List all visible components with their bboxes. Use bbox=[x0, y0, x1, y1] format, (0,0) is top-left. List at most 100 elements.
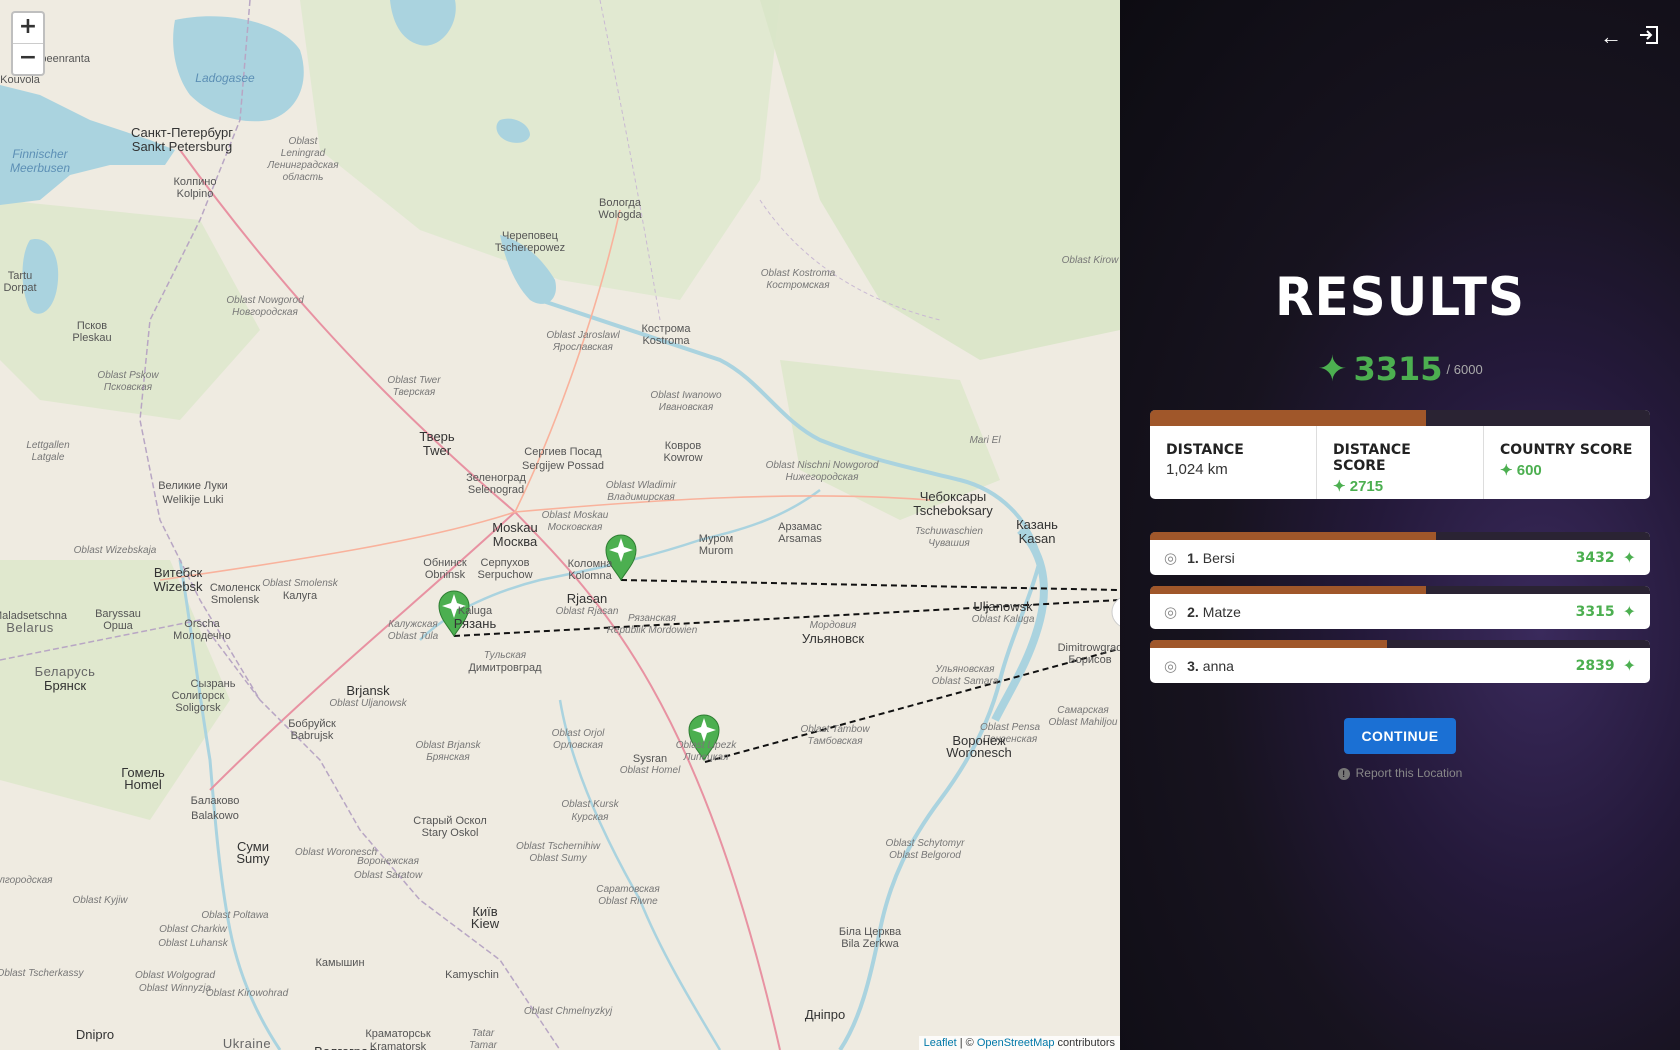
map-label: Rjasan bbox=[566, 591, 608, 606]
map-label: Колпино bbox=[173, 176, 217, 188]
map-label: Воронежская bbox=[357, 856, 419, 867]
country-score-number: 600 bbox=[1516, 462, 1542, 479]
map-label: Солигорск bbox=[171, 690, 225, 702]
map-label: Сергиев Посад bbox=[524, 446, 602, 458]
map-label: Kolpino bbox=[176, 188, 214, 200]
map-label: Homel bbox=[124, 777, 162, 792]
map-label: Краматорськ bbox=[365, 1028, 431, 1040]
map-label: Sankt Petersburg bbox=[131, 139, 233, 154]
map-label: Рязанская bbox=[627, 613, 677, 624]
map-label: Вологда bbox=[599, 197, 641, 209]
leaderboard-row[interactable]: ◎ 1. Bersi 3432 ✦ bbox=[1150, 532, 1650, 575]
player-score-bar-fill bbox=[1150, 640, 1387, 648]
map-label: Oblast Wolgograd bbox=[134, 970, 216, 981]
results-panel: ← RESULTS ✦ 3315/ 6000 DISTANCE 1,024 km … bbox=[1120, 0, 1680, 1050]
map-label: Oblast Mahiljou bbox=[1048, 717, 1118, 728]
map-label: Великие Луки bbox=[158, 480, 228, 492]
map-label: Орловская bbox=[553, 740, 603, 751]
map-label: Тверь bbox=[419, 429, 455, 444]
zoom-control: + − bbox=[11, 11, 45, 76]
player-score: 2839 bbox=[1575, 657, 1615, 674]
report-location-link[interactable]: ! Report this Location bbox=[1120, 766, 1680, 780]
map-label: Baryssau bbox=[95, 608, 141, 620]
map-label: Орша bbox=[103, 620, 133, 632]
map-label: Липецкая bbox=[683, 752, 729, 763]
map-label: Pleskau bbox=[72, 332, 112, 344]
map-label: Welikije Luki bbox=[162, 494, 224, 506]
leaflet-link[interactable]: Leaflet bbox=[924, 1037, 957, 1049]
total-score: ✦ 3315/ 6000 bbox=[1120, 348, 1680, 390]
map-label: Oblast Pensa bbox=[979, 722, 1041, 733]
map-label: Сызрань bbox=[190, 678, 236, 690]
map-label: Московская bbox=[547, 522, 603, 533]
target-icon[interactable]: ◎ bbox=[1164, 603, 1177, 621]
map-label: Oblast Kirowohrad bbox=[205, 988, 289, 999]
osm-link[interactable]: OpenStreetMap bbox=[977, 1037, 1055, 1049]
map-label: Рязань bbox=[453, 616, 497, 631]
map-label: Балаково bbox=[190, 795, 240, 807]
zoom-in-button[interactable]: + bbox=[13, 13, 43, 43]
map-label: Obninsk bbox=[424, 569, 466, 581]
map-label: Борисов bbox=[1068, 654, 1112, 666]
map-label: Oblast Winnyzja bbox=[138, 983, 212, 994]
map-label: Oblast Belgorod bbox=[889, 850, 961, 861]
map-label: Oblast Kirow bbox=[1061, 255, 1119, 266]
country-score-stat: COUNTRY SCORE ✦ 600 bbox=[1484, 426, 1650, 499]
map-label: Oblast Homel bbox=[619, 765, 681, 776]
results-title: RESULTS bbox=[1275, 266, 1525, 328]
map-label: Oblast Luhansk bbox=[158, 938, 228, 949]
map-label: Oblast Wladimir bbox=[605, 480, 677, 491]
map-label: Sysran bbox=[632, 753, 668, 765]
map-label: Димитровград bbox=[468, 662, 542, 674]
total-score-bar bbox=[1150, 410, 1650, 426]
map-label: область bbox=[282, 172, 324, 183]
map-label: Витебск bbox=[153, 565, 203, 580]
leaderboard-row[interactable]: ◎ 3. anna 2839 ✦ bbox=[1150, 640, 1650, 683]
map-label: Soligorsk bbox=[175, 702, 221, 714]
attribution-tail: contributors bbox=[1054, 1037, 1115, 1049]
total-score-max: / 6000 bbox=[1446, 361, 1483, 377]
map-label: Belarus bbox=[6, 620, 54, 635]
map-view[interactable]: Lappeenranta Ladogasee Kouvola Санкт-Петерб… bbox=[0, 0, 1120, 1050]
map-label: Москва bbox=[492, 534, 538, 549]
map-label: Череповец bbox=[502, 230, 558, 242]
map-label: Ukraine bbox=[222, 1036, 272, 1050]
leaderboard-row[interactable]: ◎ 2. Matze 3315 ✦ bbox=[1150, 586, 1650, 629]
player-score-bar-fill bbox=[1150, 532, 1436, 540]
zoom-out-button[interactable]: − bbox=[13, 43, 43, 74]
continue-button[interactable]: CONTINUE bbox=[1344, 718, 1456, 754]
map-label: Ульяновская bbox=[935, 664, 995, 675]
map-label: Oblast Iwanowo bbox=[650, 390, 722, 401]
map-label: Oblast Rjasan bbox=[555, 606, 619, 617]
map-label: Владимирская bbox=[607, 492, 675, 503]
map-label: Молодечно bbox=[173, 630, 231, 642]
map-label: Ленинградская bbox=[267, 160, 339, 171]
map-label: Коломна bbox=[567, 558, 613, 570]
distance-value: 1,024 km bbox=[1166, 461, 1228, 478]
map-label: Uljanowsk bbox=[973, 599, 1033, 614]
map-label: Oblast Tschernihiw bbox=[515, 841, 601, 852]
player-score: 3432 bbox=[1575, 549, 1615, 566]
report-location-label: Report this Location bbox=[1355, 766, 1463, 780]
map-label: Babrujsk bbox=[290, 730, 334, 742]
star-icon: ✦ bbox=[1333, 478, 1350, 495]
map-label: Oblast Moskau bbox=[541, 510, 609, 521]
map-label: Костромская bbox=[766, 280, 830, 291]
map-label: Moskau bbox=[492, 520, 538, 535]
country-score-label: COUNTRY SCORE bbox=[1500, 442, 1633, 458]
player-score: 3315 bbox=[1575, 603, 1615, 620]
map-label: Tscherepowez bbox=[494, 242, 566, 254]
target-icon[interactable]: ◎ bbox=[1164, 657, 1177, 675]
distance-score-value: ✦ 2715 bbox=[1333, 477, 1467, 495]
distance-score-label: DISTANCE SCORE bbox=[1333, 442, 1411, 474]
map-label: Kiew bbox=[470, 916, 500, 931]
exit-icon[interactable] bbox=[1638, 24, 1660, 52]
arrow-left-icon[interactable]: ← bbox=[1600, 24, 1622, 52]
map-label: Oblast Orjol bbox=[551, 728, 605, 739]
map-label: Kasan bbox=[1018, 531, 1056, 546]
map-label: Smolensk bbox=[210, 594, 260, 606]
target-icon[interactable]: ◎ bbox=[1164, 549, 1177, 567]
map-label: Wologda bbox=[598, 209, 642, 221]
map-label: Тверская bbox=[392, 387, 436, 398]
map-label: Казань bbox=[1016, 517, 1058, 532]
